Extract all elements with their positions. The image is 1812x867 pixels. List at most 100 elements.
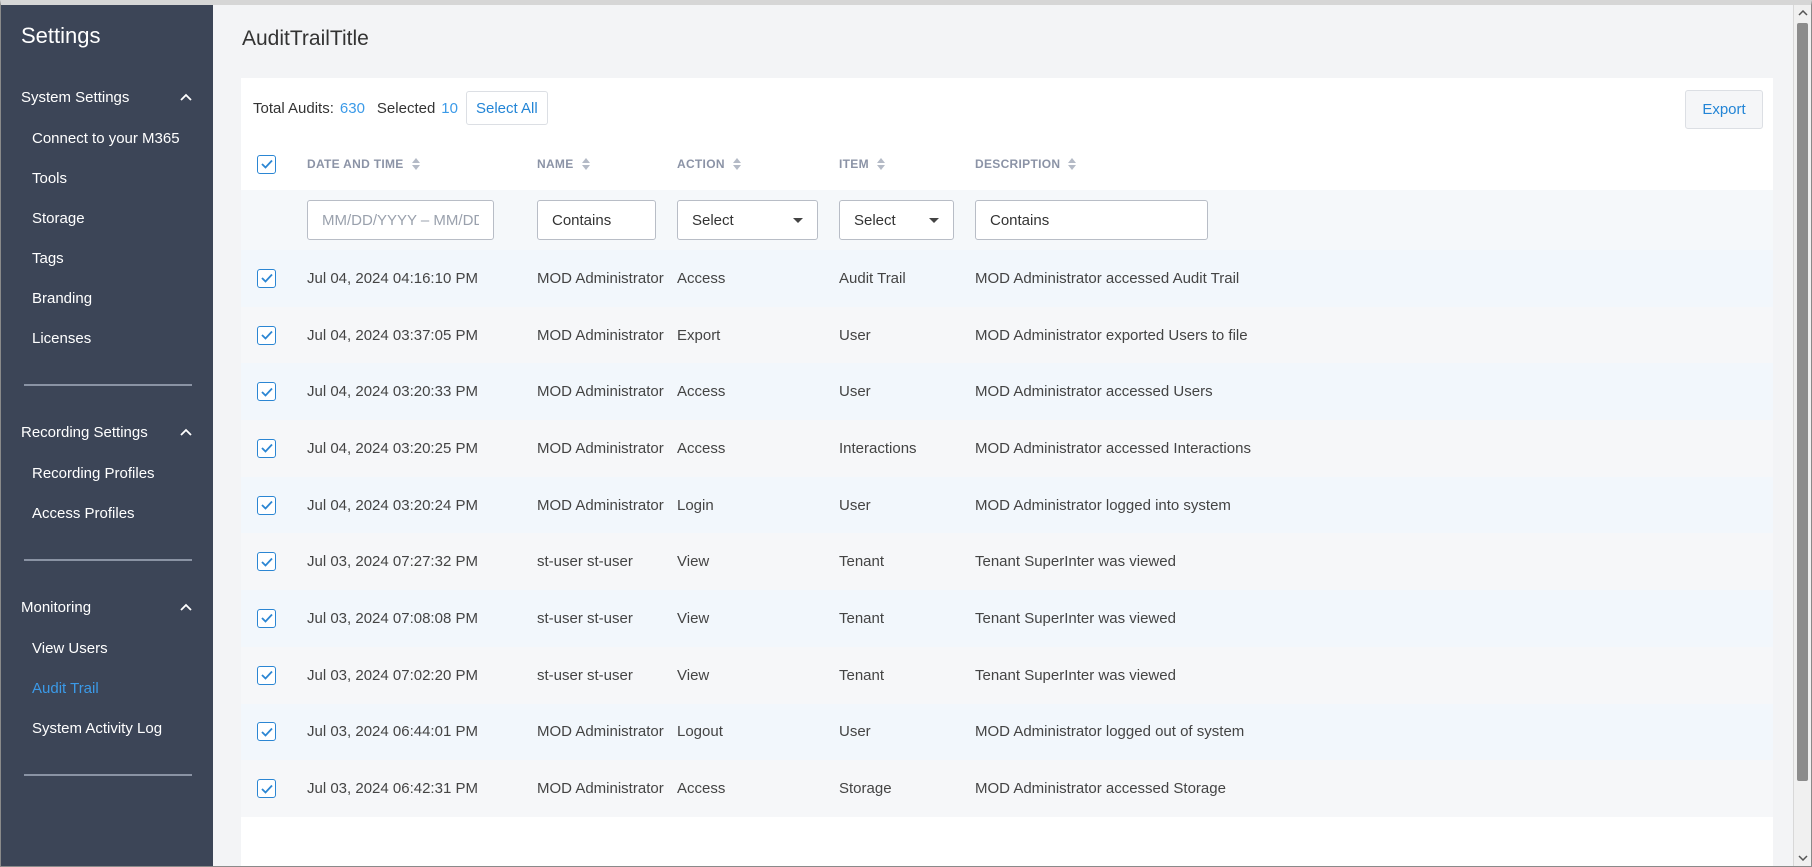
vertical-scrollbar[interactable] bbox=[1793, 5, 1811, 866]
row-checkbox[interactable] bbox=[257, 382, 276, 402]
filter-name-cell bbox=[537, 200, 677, 240]
sidebar-item-audit-trail[interactable]: Audit Trail bbox=[21, 669, 193, 709]
column-header-action[interactable]: ACTION bbox=[677, 157, 839, 171]
cell-description: MOD Administrator accessed Interactions bbox=[975, 439, 1251, 457]
row-checkbox[interactable] bbox=[257, 665, 276, 685]
sidebar-item-access-profiles[interactable]: Access Profiles bbox=[21, 494, 193, 534]
table-row[interactable]: Jul 04, 2024 03:20:24 PM MOD Administrato… bbox=[241, 476, 1773, 534]
cell-date: Jul 04, 2024 03:20:25 PM bbox=[307, 439, 478, 457]
caret-down-icon bbox=[793, 217, 803, 223]
table-row[interactable]: Jul 03, 2024 07:27:32 PM st-user st-user V… bbox=[241, 533, 1773, 591]
cell-description: MOD Administrator logged out of system bbox=[975, 723, 1245, 741]
cell-description: Tenant SuperInter was viewed bbox=[975, 609, 1176, 627]
row-checkbox[interactable] bbox=[257, 552, 276, 572]
row-checkbox[interactable] bbox=[257, 438, 276, 458]
table-row[interactable]: Jul 04, 2024 04:16:10 PM MOD Administrato… bbox=[241, 250, 1773, 307]
scroll-up-arrow-icon[interactable] bbox=[1797, 7, 1809, 19]
row-checkbox-cell bbox=[241, 495, 307, 515]
caret-down-icon bbox=[929, 217, 939, 223]
row-checkbox-cell bbox=[241, 552, 307, 572]
sidebar-item-licenses[interactable]: Licenses bbox=[21, 319, 193, 359]
checkbox-checked-icon bbox=[260, 159, 273, 169]
row-checkbox-cell bbox=[241, 325, 307, 345]
row-checkbox-cell bbox=[241, 438, 307, 458]
sidebar-item-tags[interactable]: Tags bbox=[21, 239, 193, 279]
chevron-up-icon[interactable] bbox=[179, 600, 193, 614]
column-header-name[interactable]: NAME bbox=[537, 157, 677, 171]
sort-icon[interactable] bbox=[1068, 158, 1077, 170]
section-header-monitoring[interactable]: Monitoring bbox=[21, 595, 193, 619]
select-value: Select bbox=[692, 211, 734, 229]
table-row[interactable]: Jul 03, 2024 07:02:20 PM st-user st-user V… bbox=[241, 646, 1773, 704]
column-header-label: DATE AND TIME bbox=[307, 157, 404, 171]
chevron-up-icon[interactable] bbox=[179, 90, 193, 104]
selected-count: 10 bbox=[441, 99, 458, 117]
table-row[interactable]: Jul 03, 2024 06:44:01 PM MOD Administrato… bbox=[241, 703, 1773, 761]
sort-icon[interactable] bbox=[411, 158, 420, 170]
date-range-filter-input[interactable] bbox=[307, 200, 494, 240]
scroll-down-arrow-icon[interactable] bbox=[1797, 852, 1809, 864]
sidebar-item-system-activity-log[interactable]: System Activity Log bbox=[21, 709, 193, 749]
description-filter-input[interactable] bbox=[975, 200, 1208, 240]
row-checkbox-cell bbox=[241, 268, 307, 288]
main-content: AuditTrailTitle Total Audits: 630 Select… bbox=[213, 5, 1793, 866]
checkbox-checked-icon bbox=[260, 330, 273, 340]
filter-row: Select Select bbox=[241, 190, 1773, 250]
column-header-description[interactable]: DESCRIPTION bbox=[975, 157, 1773, 171]
name-filter-input[interactable] bbox=[537, 200, 656, 240]
cell-date: Jul 04, 2024 03:37:05 PM bbox=[307, 326, 478, 344]
row-checkbox[interactable] bbox=[257, 779, 276, 799]
select-value: Select bbox=[854, 211, 896, 229]
table-row[interactable]: Jul 03, 2024 06:42:31 PM MOD Administrato… bbox=[241, 760, 1773, 817]
cell-action: View bbox=[677, 609, 710, 627]
table-row[interactable]: Jul 03, 2024 07:08:08 PM st-user st-user V… bbox=[241, 590, 1773, 647]
checkbox-checked-icon bbox=[260, 387, 273, 397]
sidebar-divider bbox=[24, 774, 192, 776]
section-monitoring: Monitoring View Users Audit Trail System… bbox=[21, 595, 193, 776]
scrollbar-thumb[interactable] bbox=[1797, 23, 1808, 781]
nav-list-system-settings: Connect to your M365 Tools Storage Tags … bbox=[21, 119, 193, 359]
sort-icon[interactable] bbox=[581, 158, 590, 170]
cell-date: Jul 03, 2024 07:08:08 PM bbox=[307, 609, 478, 627]
sidebar-item-recording-profiles[interactable]: Recording Profiles bbox=[21, 454, 193, 494]
sort-icon[interactable] bbox=[876, 158, 885, 170]
column-header-date[interactable]: DATE AND TIME bbox=[307, 157, 537, 171]
action-filter-select[interactable]: Select bbox=[677, 200, 818, 240]
column-header-label: NAME bbox=[537, 157, 574, 171]
chevron-up-icon[interactable] bbox=[179, 425, 193, 439]
table-row[interactable]: Jul 04, 2024 03:37:05 PM MOD Administrato… bbox=[241, 306, 1773, 364]
section-header-system-settings[interactable]: System Settings bbox=[21, 85, 193, 109]
header-checkbox-cell bbox=[241, 154, 307, 174]
sidebar-item-branding[interactable]: Branding bbox=[21, 279, 193, 319]
row-checkbox[interactable] bbox=[257, 608, 276, 628]
cell-description: Tenant SuperInter was viewed bbox=[975, 553, 1176, 571]
row-checkbox[interactable] bbox=[257, 268, 276, 288]
row-checkbox[interactable] bbox=[257, 325, 276, 345]
cell-action: Access bbox=[677, 439, 726, 457]
sidebar-item-connect-m365[interactable]: Connect to your M365 bbox=[21, 119, 193, 159]
section-label: Recording Settings bbox=[21, 423, 148, 441]
select-all-button[interactable]: Select All bbox=[465, 91, 548, 125]
sidebar-item-storage[interactable]: Storage bbox=[21, 199, 193, 239]
cell-date: Jul 03, 2024 06:44:01 PM bbox=[307, 723, 478, 741]
row-checkbox[interactable] bbox=[257, 495, 276, 515]
checkbox-checked-icon bbox=[260, 274, 273, 284]
sort-icon[interactable] bbox=[732, 158, 741, 170]
table-header: DATE AND TIME NAME ACTION ITEM DESCRIPTI… bbox=[241, 138, 1773, 190]
filter-action-cell: Select bbox=[677, 200, 839, 240]
sidebar-item-view-users[interactable]: View Users bbox=[21, 629, 193, 669]
section-header-recording-settings[interactable]: Recording Settings bbox=[21, 420, 193, 444]
sidebar-divider bbox=[24, 559, 192, 561]
row-checkbox[interactable] bbox=[257, 722, 276, 742]
export-button[interactable]: Export bbox=[1685, 90, 1763, 129]
item-filter-select[interactable]: Select bbox=[839, 200, 954, 240]
select-all-checkbox[interactable] bbox=[257, 154, 276, 174]
table-row[interactable]: Jul 04, 2024 03:20:33 PM MOD Administrato… bbox=[241, 363, 1773, 421]
selected-label: Selected bbox=[376, 99, 436, 117]
sidebar-item-tools[interactable]: Tools bbox=[21, 159, 193, 199]
column-header-item[interactable]: ITEM bbox=[839, 157, 975, 171]
cell-name: MOD Administrator bbox=[537, 269, 664, 287]
page-title: AuditTrailTitle bbox=[242, 27, 369, 50]
cell-date: Jul 03, 2024 07:27:32 PM bbox=[307, 553, 478, 571]
table-row[interactable]: Jul 04, 2024 03:20:25 PM MOD Administrato… bbox=[241, 420, 1773, 477]
